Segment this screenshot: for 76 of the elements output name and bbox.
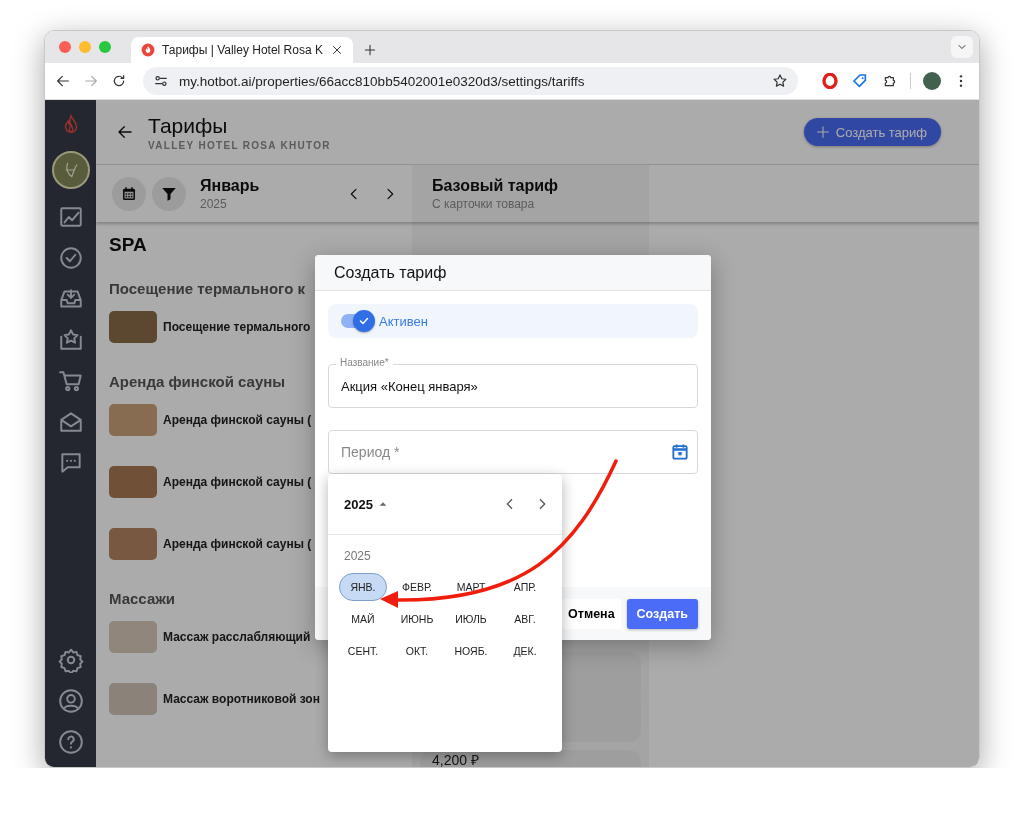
- photo-placeholder: [109, 311, 157, 343]
- month-button[interactable]: АПР.: [501, 573, 549, 601]
- star-box-icon[interactable]: [57, 327, 84, 353]
- product-name[interactable]: Аренда финской сауны (: [163, 413, 312, 427]
- chart-icon[interactable]: [57, 204, 84, 230]
- help-icon[interactable]: [57, 729, 84, 755]
- group-title: Посещение термального к: [109, 280, 305, 297]
- calendar-icon[interactable]: [670, 442, 690, 462]
- group-title: Массажи: [109, 590, 176, 607]
- mail-icon[interactable]: [57, 409, 84, 435]
- back-icon[interactable]: [116, 123, 134, 141]
- settings-icon[interactable]: [57, 647, 84, 673]
- close-icon[interactable]: [331, 44, 343, 56]
- product-name[interactable]: Аренда финской сауны (: [163, 537, 312, 551]
- calendar-button[interactable]: [112, 176, 146, 211]
- check-icon: [358, 315, 370, 327]
- month-button[interactable]: АВГ.: [501, 605, 549, 633]
- photo-placeholder: [109, 404, 157, 436]
- month-button[interactable]: ДЕК.: [501, 637, 549, 665]
- column-subtitle: С карточки товара: [432, 197, 536, 211]
- group-title: Аренда финской сауны: [109, 373, 286, 390]
- month-button[interactable]: НОЯБ.: [447, 637, 495, 665]
- photo-placeholder: [109, 466, 157, 498]
- create-button[interactable]: Создать: [626, 598, 698, 629]
- filter-button[interactable]: [152, 176, 186, 211]
- plus-icon: [815, 125, 830, 139]
- column-title: Базовый тариф: [432, 177, 560, 195]
- year-subtitle: 2025: [200, 196, 228, 211]
- month-button[interactable]: ИЮНЬ: [393, 605, 441, 633]
- browser-tab[interactable]: Тарифы | Valley Hotel Rosa K: [131, 37, 353, 63]
- month-button[interactable]: ОКТ.: [393, 637, 441, 665]
- price-text: 4,200 ₽: [432, 753, 480, 767]
- check-circle-icon[interactable]: [57, 245, 84, 271]
- create-tariff-button[interactable]: Создать тариф: [803, 118, 941, 146]
- site-settings-icon[interactable]: [153, 73, 169, 89]
- toggle-label: Активен: [379, 313, 428, 329]
- period-field[interactable]: Период *: [328, 430, 698, 474]
- month-title: Январь: [200, 176, 261, 195]
- profile-avatar[interactable]: [923, 72, 941, 90]
- year-label: 2025: [344, 549, 372, 563]
- photo-placeholder: [109, 683, 157, 715]
- reload-icon[interactable]: [111, 73, 127, 89]
- page-title: Тарифы: [148, 113, 229, 138]
- product-name[interactable]: Посещение термального: [163, 320, 311, 334]
- cart-icon[interactable]: [57, 368, 84, 394]
- calendar-icon: [120, 184, 138, 203]
- window-control-icon[interactable]: [59, 41, 71, 53]
- url-text: my.hotbot.ai/properties/66acc810bb5402001e0320d3/settings/tariffs: [179, 73, 586, 89]
- flame-icon: [141, 43, 155, 57]
- month-button[interactable]: МАРТ: [447, 573, 495, 601]
- property-avatar[interactable]: [51, 151, 90, 189]
- star-icon[interactable]: [772, 73, 788, 89]
- tag-icon[interactable]: [852, 73, 868, 89]
- address-bar[interactable]: my.hotbot.ai/properties/66acc810bb5402001e0320d3/settings/tariffs: [143, 67, 798, 95]
- tab-title: Тарифы | Valley Hotel Rosa K: [162, 43, 324, 57]
- photo-placeholder: [109, 528, 157, 560]
- cancel-button[interactable]: Отмена: [562, 598, 621, 629]
- month-button[interactable]: ФЕВР.: [393, 573, 441, 601]
- product-name[interactable]: Массаж воротниковой зон: [163, 692, 320, 706]
- month-button[interactable]: ИЮЛЬ: [447, 605, 495, 633]
- ring-icon[interactable]: [822, 73, 838, 89]
- category-title: SPA: [109, 234, 148, 256]
- puzzle-icon[interactable]: [882, 73, 898, 89]
- product-name[interactable]: Аренда финской сауны (: [163, 475, 312, 489]
- photo-placeholder: [109, 621, 157, 653]
- hotel-name: VALLEY HOTEL ROSA KHUTOR: [148, 139, 332, 151]
- month-button[interactable]: СЕНТ.: [339, 637, 387, 665]
- year-dropdown[interactable]: 2025: [344, 496, 388, 512]
- plus-icon[interactable]: [363, 43, 377, 57]
- month-button[interactable]: МАЙ: [339, 605, 387, 633]
- month-button[interactable]: ЯНВ.: [339, 573, 387, 601]
- product-name[interactable]: Массаж расслабляющий: [163, 630, 311, 644]
- dialog-title: Создать тариф: [334, 263, 447, 282]
- back-icon[interactable]: [55, 73, 71, 89]
- field-label: Название*: [336, 357, 393, 368]
- user-icon[interactable]: [57, 688, 84, 714]
